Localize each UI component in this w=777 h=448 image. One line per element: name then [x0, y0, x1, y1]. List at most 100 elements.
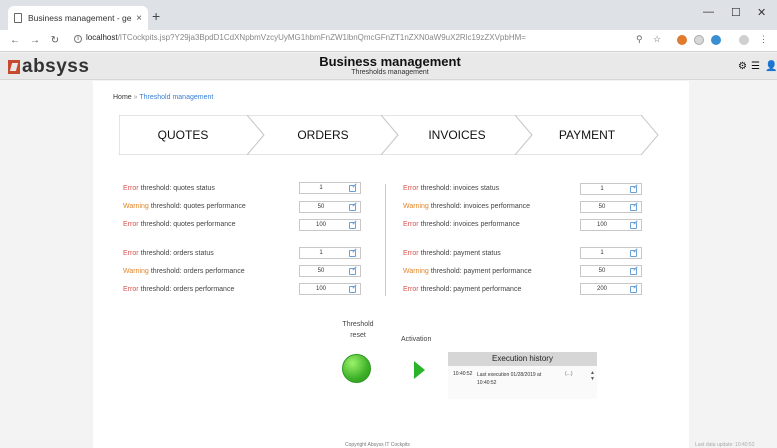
address-bar[interactable]: i localhost/ITCockpits.jsp?Y29ja3BpdD1CdX…	[74, 33, 526, 43]
info-icon[interactable]: i	[74, 35, 82, 43]
threshold-row: Error threshold: payment status	[403, 247, 501, 259]
threshold-value-field[interactable]: 1	[580, 247, 642, 259]
threshold-label: threshold: quotes performance	[150, 202, 246, 210]
last-update-text: Last data update: 10:40:52	[695, 442, 755, 448]
edit-icon[interactable]	[349, 286, 356, 293]
gear-icon[interactable]: ⚙	[738, 61, 747, 72]
scroll-arrows-icon[interactable]: ▲ ▼	[590, 370, 595, 382]
list-icon[interactable]: ☰	[751, 61, 760, 72]
threshold-label: threshold: payment status	[420, 249, 501, 257]
threshold-row: Error threshold: orders performance	[123, 283, 234, 295]
edit-icon[interactable]	[349, 250, 356, 257]
window-close-icon[interactable]: ✕	[757, 6, 766, 19]
edit-icon[interactable]	[630, 204, 637, 211]
threshold-row: Error threshold: invoices performance	[403, 218, 520, 230]
threshold-label: threshold: orders performance	[140, 285, 235, 293]
logo: absyss	[8, 56, 89, 78]
threshold-reset-button[interactable]	[342, 354, 371, 383]
edit-icon[interactable]	[349, 222, 356, 229]
threshold-level: Error	[123, 249, 139, 257]
page-subtitle: Thresholds management	[351, 69, 429, 76]
threshold-level: Error	[403, 285, 419, 293]
threshold-level: Error	[123, 184, 139, 192]
step-invoices[interactable]: INVOICES	[393, 115, 521, 155]
threshold-row: Warning threshold: orders performance	[123, 265, 245, 277]
threshold-value-field[interactable]: 100	[299, 219, 361, 231]
threshold-level: Warning	[403, 202, 429, 210]
threshold-value-field[interactable]: 1	[299, 247, 361, 259]
tab-close-icon[interactable]: ×	[136, 13, 142, 24]
star-icon[interactable]: ☆	[653, 34, 661, 45]
history-time: 10:40:52	[453, 371, 473, 377]
threshold-value-field[interactable]: 50	[299, 201, 361, 213]
threshold-row: Warning threshold: invoices performance	[403, 200, 530, 212]
new-tab-button[interactable]: +	[152, 8, 160, 24]
threshold-value-field[interactable]: 1	[580, 183, 642, 195]
document-icon	[14, 13, 22, 23]
edit-icon[interactable]	[630, 286, 637, 293]
threshold-label: threshold: invoices status	[420, 184, 500, 192]
extension-icon[interactable]	[677, 35, 687, 45]
footer: Copyright Absyss IT Cockpits Last data u…	[0, 442, 777, 448]
edit-icon[interactable]	[630, 250, 637, 257]
threshold-label: threshold: invoices performance	[420, 220, 520, 228]
edit-icon[interactable]	[349, 204, 356, 211]
browser-tabbar: Business management - gestion × + — ☐ ✕	[0, 0, 777, 30]
user-icon[interactable]: 👤	[765, 61, 777, 72]
extension-icon[interactable]	[711, 35, 721, 45]
threshold-value-field[interactable]: 50	[580, 201, 642, 213]
threshold-value-field[interactable]: 50	[580, 265, 642, 277]
extension-icon[interactable]	[694, 35, 704, 45]
threshold-row: Error threshold: quotes status	[123, 182, 215, 194]
threshold-value-field[interactable]: 200	[580, 283, 642, 295]
logo-mark-icon	[8, 60, 20, 74]
threshold-row: Error threshold: payment performance	[403, 283, 521, 295]
edit-icon[interactable]	[349, 268, 356, 275]
app-header: absyss Business management Thresholds ma…	[0, 53, 777, 80]
breadcrumb-separator: »	[133, 94, 138, 101]
menu-dots-icon[interactable]: ⋮	[759, 34, 768, 45]
profile-icon[interactable]	[739, 35, 749, 45]
threshold-level: Warning	[403, 267, 429, 275]
page-title: Business management	[319, 54, 461, 69]
threshold-level: Error	[123, 285, 139, 293]
threshold-level: Warning	[123, 267, 149, 275]
step-orders[interactable]: ORDERS	[259, 115, 387, 155]
forward-icon[interactable]: →	[30, 35, 40, 46]
history-title: Execution history	[448, 352, 597, 366]
step-quotes[interactable]: QUOTES	[119, 115, 247, 155]
url-host: localhost	[86, 33, 118, 42]
breadcrumb-current[interactable]: Threshold management	[139, 94, 213, 101]
threshold-label: threshold: payment performance	[420, 285, 522, 293]
history-info-link[interactable]: (...)	[565, 371, 573, 377]
activation-label: Activation	[401, 336, 432, 343]
edit-icon[interactable]	[630, 222, 637, 229]
logo-text: absyss	[22, 56, 90, 77]
maximize-icon[interactable]: ☐	[731, 6, 741, 19]
search-icon[interactable]: ⚲	[636, 34, 643, 45]
threshold-label: threshold: orders status	[140, 249, 214, 257]
threshold-value-field[interactable]: 100	[580, 219, 642, 231]
threshold-label: threshold: quotes status	[140, 184, 215, 192]
edit-icon[interactable]	[630, 268, 637, 275]
browser-tab[interactable]: Business management - gestion ×	[8, 6, 148, 30]
step-payment[interactable]: PAYMENT	[527, 115, 647, 155]
threshold-row: Error threshold: invoices status	[403, 182, 499, 194]
threshold-row: Warning threshold: payment performance	[403, 265, 532, 277]
threshold-value-field[interactable]: 1	[299, 182, 361, 194]
threshold-value-field[interactable]: 50	[299, 265, 361, 277]
breadcrumb-home[interactable]: Home	[113, 94, 132, 101]
reload-icon[interactable]: ↻	[50, 35, 60, 46]
threshold-level: Error	[403, 249, 419, 257]
threshold-value-field[interactable]: 100	[299, 283, 361, 295]
threshold-row: Error threshold: quotes performance	[123, 218, 236, 230]
minimize-icon[interactable]: —	[703, 6, 714, 18]
threshold-level: Error	[403, 184, 419, 192]
history-row: 10:40:52 Last execution 01/28/2019 at 10…	[448, 366, 597, 399]
process-stepper: QUOTES ORDERS INVOICES PAYMENT	[119, 115, 659, 155]
edit-icon[interactable]	[349, 185, 356, 192]
url-path: /ITCockpits.jsp?Y29ja3BpdD1CdXNpbmVzcyUy…	[117, 33, 526, 42]
back-icon[interactable]: ←	[10, 35, 20, 46]
play-icon[interactable]	[414, 361, 425, 379]
edit-icon[interactable]	[630, 186, 637, 193]
